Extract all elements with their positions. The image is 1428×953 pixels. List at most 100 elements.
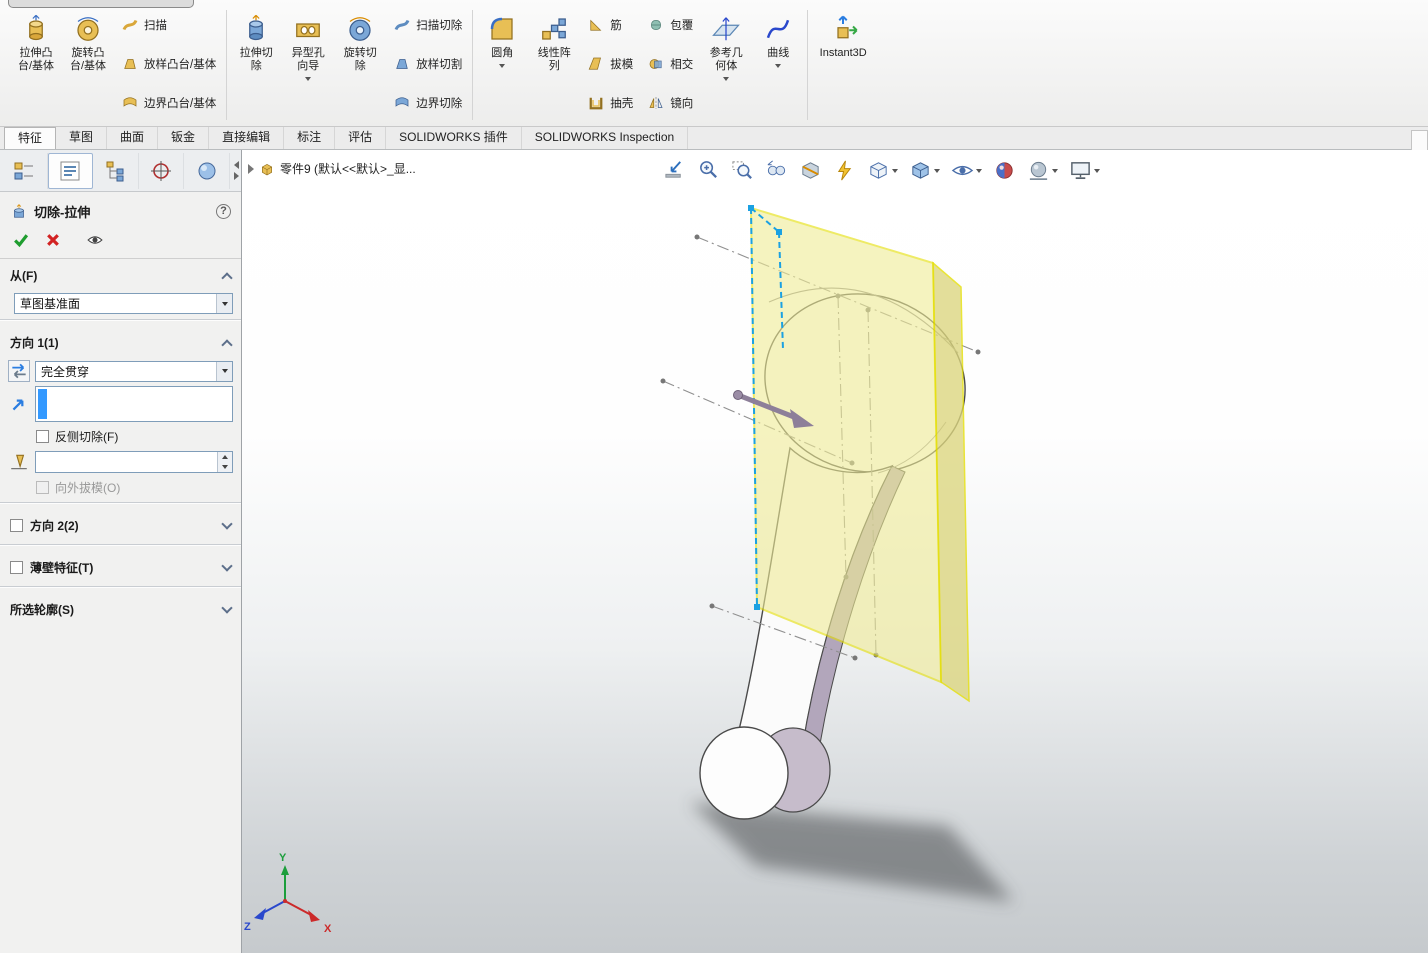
zoom-in-out-button[interactable] bbox=[696, 158, 721, 183]
dropdown-caret-icon[interactable] bbox=[934, 168, 940, 173]
section-divider bbox=[0, 319, 241, 321]
manager-pane-tabs bbox=[0, 150, 241, 192]
tab-solidworks-addins[interactable]: SOLIDWORKS 插件 bbox=[386, 127, 522, 149]
instant3d-button[interactable]: Instant3D bbox=[811, 4, 875, 126]
configuration-manager-tab[interactable] bbox=[93, 152, 139, 189]
tab-sheet-metal[interactable]: 钣金 bbox=[158, 127, 210, 149]
boundary-boss-base-button[interactable]: 边界凸台/基体 bbox=[117, 92, 220, 114]
draft-angle-spinbox[interactable] bbox=[35, 451, 233, 473]
dropdown-caret-icon[interactable] bbox=[216, 294, 232, 313]
breadcrumb-expander-icon[interactable] bbox=[248, 163, 254, 174]
apply-scene-button[interactable] bbox=[1026, 158, 1059, 183]
ok-button[interactable] bbox=[12, 231, 30, 249]
view-settings-button[interactable] bbox=[1068, 158, 1101, 183]
ribbon-button-label: 旋转切 除 bbox=[343, 47, 377, 72]
cancel-button[interactable] bbox=[44, 231, 62, 249]
fillet-button[interactable]: 圆角 bbox=[476, 4, 528, 126]
section-view-button[interactable] bbox=[798, 158, 823, 183]
rib-button[interactable]: 筋 bbox=[583, 14, 637, 36]
spin-up-button[interactable] bbox=[218, 452, 232, 462]
property-manager-tab[interactable] bbox=[47, 152, 94, 189]
dimxpert-manager-tab[interactable] bbox=[139, 152, 185, 189]
previous-view-button[interactable] bbox=[764, 158, 789, 183]
tab-features[interactable]: 特征 bbox=[4, 127, 57, 149]
dropdown-caret-icon[interactable] bbox=[1094, 168, 1100, 173]
curves-button[interactable]: 曲线 bbox=[752, 4, 804, 126]
swept-boss-button[interactable]: 扫描 bbox=[117, 14, 220, 36]
linear-pattern-button[interactable]: 线性阵 列 bbox=[528, 4, 580, 126]
hole-wizard-button[interactable]: 异型孔 向导 bbox=[282, 4, 334, 126]
lofted-cut-icon bbox=[393, 55, 411, 73]
wrap-button[interactable]: 包覆 bbox=[643, 14, 697, 36]
boundary-cut-button[interactable]: 边界切除 bbox=[389, 92, 466, 114]
direction2-section-header[interactable]: 方向 2(2) bbox=[0, 509, 241, 539]
thin-feature-section-header[interactable]: 薄壁特征(T) bbox=[0, 551, 241, 581]
feature-manager-tree-tab[interactable] bbox=[2, 152, 48, 189]
flip-side-to-cut-row: 反侧切除(F) bbox=[36, 428, 233, 445]
zoom-to-area-button[interactable] bbox=[730, 158, 755, 183]
flyout-caret-icon[interactable] bbox=[305, 77, 312, 81]
flyout-caret-icon[interactable] bbox=[499, 64, 506, 68]
direction2-checkbox[interactable] bbox=[10, 519, 23, 532]
lofted-boss-base-button[interactable]: 放样凸台/基体 bbox=[117, 53, 220, 75]
from-condition-dropdown[interactable]: 草图基准面 bbox=[14, 293, 233, 314]
swept-cut-button[interactable]: 扫描切除 bbox=[389, 14, 466, 36]
scroll-left-icon[interactable] bbox=[233, 161, 239, 169]
lofted-cut-button[interactable]: 放样切割 bbox=[389, 53, 466, 75]
tab-solidworks-inspection[interactable]: SOLIDWORKS Inspection bbox=[522, 127, 689, 149]
display-manager-tab[interactable] bbox=[184, 152, 230, 189]
draft-button[interactable]: 拔模 bbox=[583, 53, 637, 75]
tab-direct-editing[interactable]: 直接编辑 bbox=[209, 127, 285, 149]
tab-sketch[interactable]: 草图 bbox=[56, 127, 108, 149]
chevron-down-icon bbox=[221, 602, 233, 614]
dropdown-caret-icon[interactable] bbox=[892, 168, 898, 173]
revolved-cut-button[interactable]: 旋转切 除 bbox=[334, 4, 386, 126]
tab-surfaces[interactable]: 曲面 bbox=[107, 127, 159, 149]
breadcrumb[interactable]: 零件9 (默认<<默认>_显... bbox=[248, 160, 416, 177]
dropdown-caret-icon[interactable] bbox=[216, 361, 232, 381]
selected-contours-section-header[interactable]: 所选轮廓(S) bbox=[0, 593, 241, 623]
zoom-to-fit-button[interactable] bbox=[662, 158, 687, 183]
display-style-button[interactable] bbox=[908, 158, 941, 183]
reverse-direction-button[interactable] bbox=[8, 360, 30, 382]
extruded-cut-button[interactable]: 拉伸切 除 bbox=[230, 4, 282, 126]
help-button[interactable]: ? bbox=[216, 204, 231, 219]
detailed-preview-eye-button[interactable] bbox=[86, 231, 104, 249]
3d-scene[interactable]: Y X Z bbox=[242, 150, 1428, 953]
direction-selection-listbox[interactable] bbox=[35, 386, 233, 422]
flip-side-checkbox[interactable] bbox=[36, 430, 49, 443]
flyout-caret-icon[interactable] bbox=[723, 77, 730, 81]
dropdown-caret-icon[interactable] bbox=[976, 168, 982, 173]
shell-button[interactable]: 抽壳 bbox=[583, 92, 637, 114]
thin-feature-checkbox[interactable] bbox=[10, 561, 23, 574]
mirror-button[interactable]: 镜向 bbox=[643, 92, 697, 114]
graphics-area[interactable]: Y X Z 零件9 (默认<<默认>_显... bbox=[242, 150, 1428, 953]
extruded-boss-base-button[interactable]: 拉伸凸 台/基体 bbox=[10, 4, 62, 126]
ribbon-button-label: 参考几 何体 bbox=[709, 47, 743, 72]
from-section-header[interactable]: 从(F) bbox=[0, 259, 241, 289]
spin-down-button[interactable] bbox=[218, 462, 232, 472]
draft-outward-checkbox[interactable] bbox=[36, 481, 49, 494]
reference-geometry-button[interactable]: 参考几 何体 bbox=[700, 4, 752, 126]
display-manager-icon bbox=[198, 162, 216, 179]
heads-up-view-toolbar bbox=[662, 158, 1101, 183]
tab-annotations[interactable]: 标注 bbox=[284, 127, 336, 149]
draft-angle-icon[interactable] bbox=[8, 451, 30, 473]
direction1-section-header[interactable]: 方向 1(1) bbox=[0, 326, 241, 356]
edit-appearance-button[interactable] bbox=[992, 158, 1017, 183]
ribbon-button-label: 相交 bbox=[670, 59, 694, 71]
view-orientation-button[interactable] bbox=[866, 158, 899, 183]
intersect-button[interactable]: 相交 bbox=[643, 53, 697, 75]
hide-show-items-button[interactable] bbox=[950, 158, 983, 183]
scroll-right-icon[interactable] bbox=[233, 172, 239, 180]
revolved-boss-base-button[interactable]: 旋转凸 台/基体 bbox=[62, 4, 114, 126]
flyout-caret-icon[interactable] bbox=[775, 64, 782, 68]
section-label: 所选轮廓(S) bbox=[10, 603, 74, 617]
tab-evaluate[interactable]: 评估 bbox=[335, 127, 387, 149]
end-condition-dropdown[interactable]: 完全贯穿 bbox=[35, 360, 233, 382]
lofted-boss-icon bbox=[121, 55, 139, 73]
lightning-annotation-button[interactable] bbox=[832, 158, 857, 183]
magnifier-area-icon bbox=[732, 161, 752, 179]
dropdown-caret-icon[interactable] bbox=[1052, 168, 1058, 173]
dropdown-value: 草图基准面 bbox=[20, 297, 81, 311]
